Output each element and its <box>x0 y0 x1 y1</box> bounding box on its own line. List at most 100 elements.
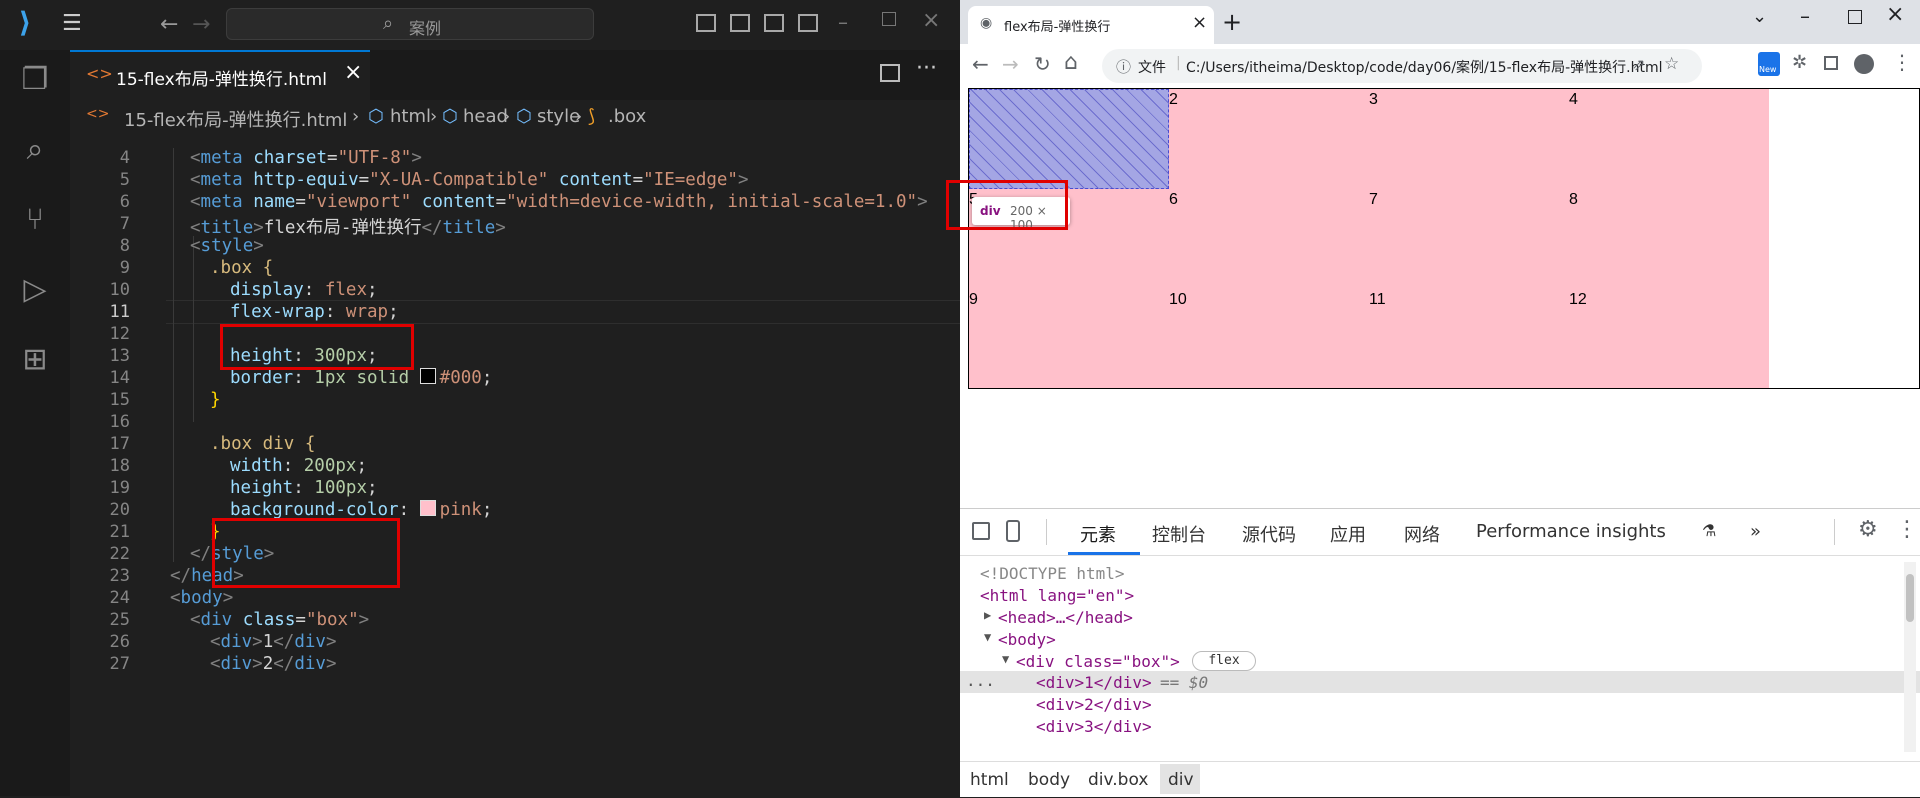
flex-item-7[interactable]: 7 <box>1369 189 1569 289</box>
new-tab-icon[interactable]: + <box>1222 8 1242 36</box>
address-bar[interactable]: ⓘ 文件 | C:/Users/itheima/Desktop/code/day… <box>1102 49 1702 83</box>
back-arrow-icon[interactable]: ← <box>972 52 989 76</box>
tab-search-icon[interactable]: ⌄ <box>1752 6 1767 27</box>
breadcrumb-style[interactable]: style <box>537 106 580 127</box>
device-toolbar-icon[interactable] <box>1006 520 1020 542</box>
vscode-titlebar: ⟩ ☰ ← → ⌕ 案例 – × <box>0 0 960 50</box>
expand-triangle-icon[interactable]: ▶ <box>984 608 991 622</box>
breadcrumb-selector[interactable]: .box <box>608 106 646 127</box>
dom-div-2[interactable]: <div>2</div> <box>1036 695 1152 714</box>
crumb-div[interactable]: div <box>1168 770 1194 790</box>
command-search-input[interactable]: ⌕ 案例 <box>226 8 594 40</box>
run-debug-icon[interactable]: ▷ <box>17 272 53 308</box>
line-number: 19 <box>109 478 130 498</box>
flex-item-11[interactable]: 11 <box>1369 289 1569 388</box>
source-control-icon[interactable]: ⑂ <box>17 202 53 238</box>
breadcrumb-separator: › <box>575 106 583 127</box>
devtools-menu-icon[interactable]: ⋮ <box>1896 517 1918 542</box>
tab-close-icon[interactable]: × <box>1192 12 1207 33</box>
flex-item-4[interactable]: 4 <box>1569 89 1769 189</box>
flex-item-8[interactable]: 8 <box>1569 189 1769 289</box>
breadcrumb-html[interactable]: html <box>390 106 431 127</box>
close-icon[interactable]: × <box>1886 2 1904 27</box>
code-editor[interactable]: 4 5 6 7 8 9 10 11 12 13 14 15 16 17 18 1… <box>70 134 960 796</box>
more-tabs-button[interactable]: » <box>1750 521 1761 542</box>
scrollbar-track[interactable] <box>1904 562 1916 752</box>
home-icon[interactable]: ⌂ <box>1064 50 1078 75</box>
maximize-icon[interactable] <box>882 12 896 26</box>
profile-avatar-icon[interactable] <box>1854 54 1874 74</box>
flex-item-3[interactable]: 3 <box>1369 89 1569 189</box>
flex-item-label: 8 <box>1569 191 1578 208</box>
flex-badge[interactable]: flex <box>1192 651 1256 671</box>
flex-item-12[interactable]: 12 <box>1569 289 1769 388</box>
customize-layout-icon[interactable] <box>798 14 818 32</box>
tab-sources[interactable]: 源代码 <box>1242 521 1296 547</box>
code-line-17: .box div { <box>210 434 316 454</box>
extensions-puzzle-icon[interactable]: ✲ <box>1792 52 1807 73</box>
tab-performance-insights[interactable]: Performance insights <box>1476 521 1666 542</box>
explorer-icon[interactable]: ❐ <box>17 62 53 98</box>
tab-active-file[interactable]: <> 15-flex布局-弹性换行.html × <box>70 50 370 100</box>
row-dots[interactable]: ... <box>966 671 995 690</box>
color-swatch[interactable] <box>419 368 436 384</box>
forward-arrow-icon[interactable]: → <box>192 12 210 37</box>
search-icon: ⌕ <box>383 13 394 34</box>
flex-item-9[interactable]: 9 <box>969 289 1169 388</box>
crumb-div-box[interactable]: div.box <box>1088 770 1148 790</box>
bookmark-star-icon[interactable]: ☆ <box>1664 54 1679 74</box>
toggle-secondary-sidebar-icon[interactable] <box>764 14 784 32</box>
url-scheme-label: 文件 <box>1138 60 1166 76</box>
toggle-sidebar-icon[interactable] <box>696 14 716 32</box>
crumb-body[interactable]: body <box>1028 770 1070 790</box>
code-line-8: <style> <box>190 236 264 256</box>
menu-icon[interactable]: ☰ <box>62 12 90 36</box>
collapse-triangle-icon[interactable]: ▼ <box>1002 652 1009 666</box>
breadcrumb-head[interactable]: head <box>463 106 508 127</box>
dom-body[interactable]: <body> <box>998 630 1056 649</box>
tab-console[interactable]: 控制台 <box>1152 521 1206 547</box>
maximize-icon[interactable] <box>1848 10 1862 24</box>
forward-arrow-icon[interactable]: → <box>1002 52 1019 76</box>
flex-item-1[interactable]: 1 <box>969 89 1169 189</box>
toggle-panel-icon[interactable] <box>730 14 750 32</box>
flex-item-6[interactable]: 6 <box>1169 189 1369 289</box>
crumb-html[interactable]: html <box>970 770 1009 790</box>
dom-doctype[interactable]: <!DOCTYPE html> <box>980 564 1125 583</box>
breadcrumb-file[interactable]: 15-flex布局-弹性换行.html <box>124 106 347 132</box>
more-actions-icon[interactable]: ··· <box>916 56 937 81</box>
reload-icon[interactable]: ↻ <box>1034 52 1051 76</box>
more-menu-icon[interactable]: ⋮ <box>1892 50 1912 74</box>
tab-elements[interactable]: 元素 <box>1080 521 1116 547</box>
inspect-element-icon[interactable] <box>972 522 990 540</box>
minimize-icon[interactable]: – <box>838 10 848 34</box>
line-number: 18 <box>109 456 130 476</box>
collapse-triangle-icon[interactable]: ▼ <box>984 630 991 644</box>
code-line-27: <div>2</div> <box>210 654 337 674</box>
search-icon[interactable]: ⌕ <box>17 132 53 168</box>
dom-head[interactable]: <head>…</head> <box>998 608 1133 627</box>
dom-div-box[interactable]: <div class="box"> <box>1016 652 1180 671</box>
tab-network[interactable]: 网络 <box>1404 521 1440 547</box>
extension-new-icon[interactable]: New <box>1758 52 1780 76</box>
extensions-icon[interactable]: ⊞ <box>17 342 53 378</box>
split-editor-icon[interactable] <box>880 64 900 82</box>
browser-tab[interactable]: ◉ flex布局-弹性换行 × <box>968 6 1214 44</box>
dom-div-3[interactable]: <div>3</div> <box>1036 717 1152 736</box>
code-line-14: border: 1px solid #000; <box>230 368 493 388</box>
close-icon[interactable]: × <box>922 8 940 33</box>
side-panel-icon[interactable] <box>1824 56 1838 70</box>
flex-item-10[interactable]: 10 <box>1169 289 1369 388</box>
settings-gear-icon[interactable]: ⚙ <box>1858 517 1878 542</box>
dom-html[interactable]: <html lang="en"> <box>980 586 1134 605</box>
share-icon[interactable]: ⇗ <box>1632 55 1645 74</box>
tab-close-icon[interactable]: × <box>344 60 362 85</box>
scrollbar-thumb[interactable] <box>1906 574 1914 622</box>
minimize-icon[interactable]: – <box>1800 4 1810 28</box>
color-swatch[interactable] <box>419 500 436 516</box>
back-arrow-icon[interactable]: ← <box>160 12 178 37</box>
flex-item-2[interactable]: 2 <box>1169 89 1369 189</box>
dom-div-1[interactable]: <div>1</div> <box>1036 673 1152 692</box>
tab-application[interactable]: 应用 <box>1330 521 1366 547</box>
flex-item-label: 2 <box>1169 91 1178 108</box>
